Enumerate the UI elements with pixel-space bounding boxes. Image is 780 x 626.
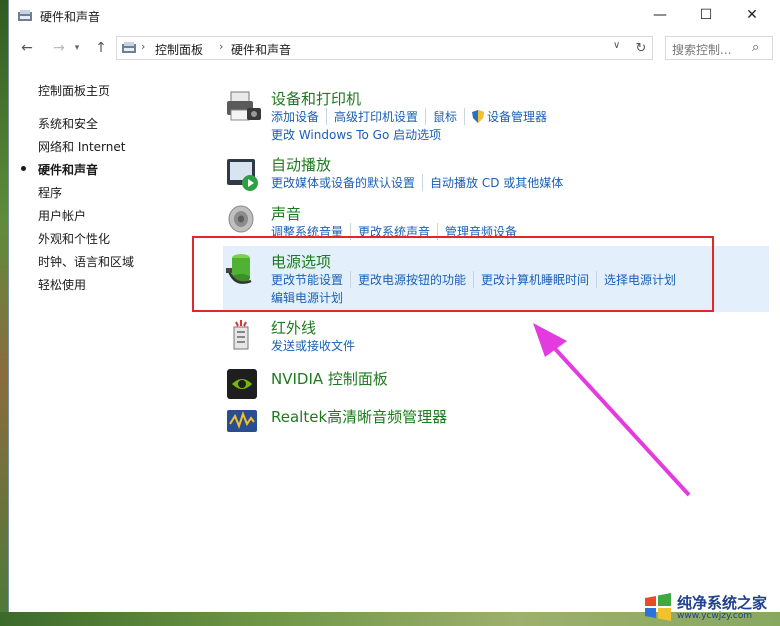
link-mouse[interactable]: 鼠标	[425, 108, 464, 125]
link-device-manager[interactable]: 设备管理器	[487, 110, 547, 124]
watermark-url: www.ycwjzy.com	[677, 611, 753, 621]
category-links: 更改媒体或设备的默认设置 自动播放 CD 或其他媒体	[271, 174, 570, 191]
search-input[interactable]: 搜索控制... ⌕	[665, 36, 773, 60]
windows-logo-icon	[645, 593, 671, 621]
link-windows-to-go[interactable]: 更改 Windows To Go 启动选项	[271, 126, 441, 143]
printer-icon[interactable]	[223, 88, 263, 128]
breadcrumb-control-panel[interactable]: 控制面板	[155, 41, 203, 58]
chevron-right-icon[interactable]: ›	[141, 40, 145, 53]
sidebar-item-system-security[interactable]: 系统和安全	[38, 115, 98, 132]
link-advanced-printer[interactable]: 高级打印机设置	[326, 108, 425, 125]
search-placeholder: 搜索控制...	[672, 43, 732, 57]
active-bullet-icon	[21, 166, 26, 171]
chevron-down-icon[interactable]: ∨	[613, 40, 620, 51]
sidebar-item-user-accounts[interactable]: 用户帐户	[38, 207, 86, 224]
category-title[interactable]: Realtek高清晰音频管理器	[271, 406, 447, 427]
link-change-media-defaults[interactable]: 更改媒体或设备的默认设置	[271, 174, 422, 191]
infrared-icon[interactable]	[223, 317, 263, 357]
annotation-arrow-icon	[533, 323, 691, 497]
sidebar-item-hardware-sound[interactable]: 硬件和声音	[38, 161, 98, 178]
close-button[interactable]: ✕	[729, 0, 775, 30]
link-device-manager-wrap: 设备管理器	[464, 108, 554, 125]
sidebar-item-ease-of-access[interactable]: 轻松使用	[38, 276, 86, 293]
category-links: 发送或接收文件	[271, 337, 362, 354]
desktop-background	[0, 0, 8, 626]
title-bar: 硬件和声音 — ☐ ✕	[9, 0, 780, 32]
breadcrumb-hardware-sound[interactable]: 硬件和声音	[231, 41, 291, 58]
link-add-device[interactable]: 添加设备	[271, 108, 326, 125]
category-title[interactable]: 声音	[271, 203, 301, 224]
sidebar-item-home[interactable]: 控制面板主页	[38, 82, 110, 99]
category-title[interactable]: NVIDIA 控制面板	[271, 368, 388, 389]
category-links: 添加设备 高级打印机设置 鼠标 设备管理器	[271, 108, 554, 125]
navigation-bar: ← → ▾ ↑ › 控制面板 › 硬件和声音 ∨ ↻ 搜索控制... ⌕	[9, 34, 780, 62]
minimize-button[interactable]: —	[637, 0, 683, 30]
link-send-receive-files[interactable]: 发送或接收文件	[271, 337, 362, 354]
window-title: 硬件和声音	[40, 10, 101, 24]
shield-icon	[472, 110, 485, 123]
control-panel-icon	[122, 42, 136, 53]
control-panel-window: 硬件和声音 — ☐ ✕ ← → ▾ ↑ › 控制面板 › 硬件和声音 ∨ ↻ 搜…	[8, 0, 780, 612]
category-title[interactable]: 自动播放	[271, 154, 331, 175]
control-panel-icon	[18, 10, 32, 21]
recent-locations-button[interactable]: ▾	[71, 38, 83, 58]
maximize-button[interactable]: ☐	[683, 0, 729, 30]
sidebar-item-appearance[interactable]: 外观和个性化	[38, 230, 110, 247]
back-button[interactable]: ←	[17, 38, 37, 58]
nvidia-icon[interactable]	[223, 368, 263, 408]
sidebar-item-clock-region[interactable]: 时钟、语言和区域	[38, 253, 134, 270]
sidebar-item-programs[interactable]: 程序	[38, 184, 62, 201]
watermark-text: 纯净系统之家	[677, 594, 768, 612]
annotation-red-box	[192, 236, 714, 312]
category-title[interactable]: 红外线	[271, 317, 316, 338]
link-autoplay-cd[interactable]: 自动播放 CD 或其他媒体	[422, 174, 570, 191]
address-bar[interactable]: › 控制面板 › 硬件和声音 ∨	[116, 36, 632, 60]
up-button[interactable]: ↑	[91, 38, 111, 58]
realtek-icon[interactable]	[223, 406, 263, 446]
refresh-button[interactable]: ↻	[630, 36, 653, 60]
autoplay-icon[interactable]	[223, 154, 263, 194]
sidebar-item-network[interactable]: 网络和 Internet	[38, 138, 125, 155]
search-icon[interactable]: ⌕	[752, 40, 759, 55]
category-title[interactable]: 设备和打印机	[271, 88, 361, 109]
chevron-right-icon[interactable]: ›	[219, 40, 223, 53]
forward-button[interactable]: →	[49, 38, 69, 58]
watermark: 纯净系统之家 www.ycwjzy.com	[641, 590, 780, 626]
